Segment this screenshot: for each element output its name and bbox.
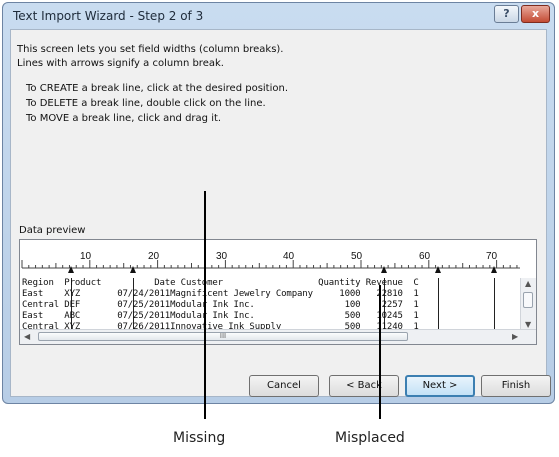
vertical-scrollbar[interactable]: ▲ ▼: [520, 278, 536, 332]
scroll-left-icon[interactable]: ◀: [24, 332, 30, 341]
vertical-scroll-thumb[interactable]: [523, 292, 533, 308]
window-title: Text Import Wizard - Step 2 of 3: [13, 9, 204, 23]
scroll-up-icon[interactable]: ▲: [525, 279, 531, 288]
close-button[interactable]: x: [521, 5, 550, 23]
ruler-label-70: 70: [486, 251, 498, 262]
ruler-label-50: 50: [351, 251, 363, 262]
preview-row: Region Product Date Customer Quantity Re…: [22, 278, 419, 288]
intro-text-line2: Lines with arrows signify a column break…: [17, 58, 224, 69]
horizontal-scrollbar[interactable]: ◀ III ▶: [20, 329, 536, 344]
preview-row: Central DEF 07/25/2011Modular Ink Inc. 1…: [22, 300, 419, 310]
data-preview-pane[interactable]: 10 20 30 40 50 60 70 Region Product Date…: [19, 239, 537, 345]
break-arrow-3: [381, 266, 387, 273]
ruler-label-40: 40: [283, 251, 295, 262]
delete-instruction: To DELETE a break line, double click on …: [26, 98, 266, 109]
preview-row: East XYZ 07/24/2011Magnificent Jewelry C…: [22, 289, 419, 299]
text-import-wizard-window: Text Import Wizard - Step 2 of 3 ? x Thi…: [2, 2, 555, 404]
preview-row: East ABC 07/25/2011Modular Ink Inc. 500 …: [22, 311, 419, 321]
help-button[interactable]: ?: [494, 5, 519, 23]
create-instruction: To CREATE a break line, click at the des…: [26, 83, 289, 94]
next-button[interactable]: Next >: [405, 375, 475, 397]
missing-callout-label: Missing: [173, 430, 226, 446]
column-ruler[interactable]: 10 20 30 40 50 60 70: [20, 240, 536, 273]
misplaced-callout-line: [379, 285, 381, 419]
move-instruction: To MOVE a break line, click and drag it.: [26, 113, 222, 124]
scroll-right-icon[interactable]: ▶: [512, 332, 518, 341]
scroll-down-icon[interactable]: ▼: [525, 320, 531, 329]
horizontal-scroll-thumb[interactable]: III: [38, 332, 408, 341]
preview-rows: Region Product Date Customer Quantity Re…: [22, 278, 520, 332]
ruler-label-30: 30: [216, 251, 228, 262]
missing-callout-line: [204, 191, 206, 419]
misplaced-callout-label: Misplaced: [335, 430, 405, 446]
cancel-button[interactable]: Cancel: [249, 375, 319, 397]
ruler-label-10: 10: [80, 251, 92, 262]
ruler-label-20: 20: [148, 251, 160, 262]
ruler-label-60: 60: [419, 251, 431, 262]
data-preview-label: Data preview: [19, 225, 86, 236]
finish-button[interactable]: Finish: [481, 375, 551, 397]
back-button[interactable]: < Back: [329, 375, 399, 397]
break-arrow-1: [68, 266, 74, 273]
intro-text-line1: This screen lets you set field widths (c…: [17, 44, 284, 55]
wizard-client-area: This screen lets you set field widths (c…: [10, 29, 551, 397]
